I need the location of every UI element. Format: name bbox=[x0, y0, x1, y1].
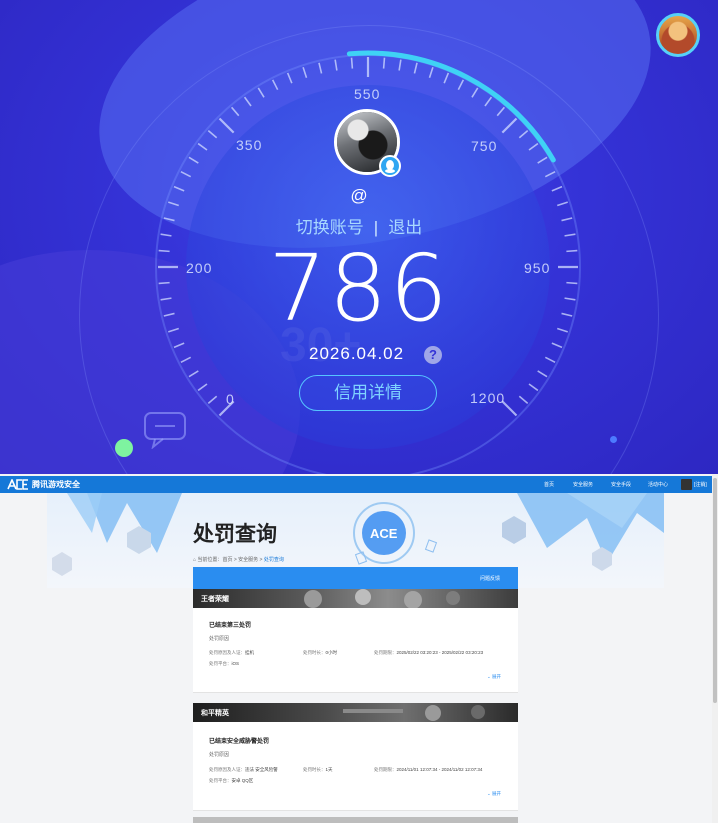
penalty-title: 已结束安全威胁警处罚 bbox=[209, 739, 270, 745]
gauge-tick bbox=[544, 356, 556, 364]
gauge-tick bbox=[302, 67, 308, 78]
site-navbar: 腾讯游戏安全 首页 安全服务 安全手段 活动中心 [注销] bbox=[0, 476, 712, 493]
gauge-tick bbox=[188, 370, 199, 378]
gauge-tick bbox=[457, 79, 465, 91]
gauge-tick bbox=[207, 130, 218, 139]
penalty-platform: 处罚平台：安卓 QQ区 bbox=[209, 778, 254, 783]
gauge-tick bbox=[537, 370, 548, 378]
help-icon[interactable]: ? bbox=[424, 346, 442, 364]
decorative-dot bbox=[115, 439, 133, 457]
security-page: 腾讯游戏安全 首页 安全服务 安全手段 活动中心 [注销] ACE 处罚查询 ⌂… bbox=[0, 474, 718, 823]
gauge-tick bbox=[443, 72, 450, 84]
gauge-tick-label: 750 bbox=[471, 138, 498, 154]
gauge-tick bbox=[496, 106, 505, 117]
breadcrumb-prefix: 当前位置： bbox=[197, 557, 223, 563]
gauge-tick-label: 550 bbox=[354, 86, 381, 102]
gauge-tick bbox=[218, 117, 235, 134]
penalty-card-partial bbox=[193, 817, 518, 823]
penalty-reason: 处罚原因及人证：违法 安全风险警 bbox=[209, 767, 278, 772]
gauge-tick bbox=[286, 72, 293, 84]
gauge-tick bbox=[271, 79, 279, 91]
gauge-tick bbox=[197, 383, 208, 392]
card-divider bbox=[193, 810, 518, 811]
page-title: 处罚查询 bbox=[193, 523, 277, 546]
nav-home[interactable]: 首页 bbox=[544, 481, 554, 488]
site-name[interactable]: 腾讯游戏安全 bbox=[32, 479, 80, 490]
gauge-tick-label: 350 bbox=[236, 137, 263, 153]
gauge-tick bbox=[528, 383, 539, 392]
game-avatar[interactable] bbox=[656, 13, 700, 57]
gauge-tick bbox=[528, 142, 539, 151]
game-name: 王者荣耀 bbox=[201, 596, 229, 603]
breadcrumb: ⌂ 当前位置：首页 > 安全服务 > 处罚查询 bbox=[193, 556, 284, 563]
gauge-tick bbox=[413, 62, 418, 74]
svg-text:ACE: ACE bbox=[370, 526, 398, 541]
credit-detail-button[interactable]: 信用详情 bbox=[299, 375, 437, 411]
gauge-tick bbox=[518, 395, 529, 404]
breadcrumb-current: 处罚查询 bbox=[263, 557, 284, 563]
penalty-list-header: 问题反馈 bbox=[193, 567, 518, 589]
gauge-tick bbox=[518, 130, 529, 139]
penalty-title: 已结束第三处罚 bbox=[209, 623, 252, 629]
nav-activity-center[interactable]: 活动中心 bbox=[648, 481, 668, 488]
penalty-platform: 处罚平台：iOS bbox=[209, 661, 240, 666]
gauge-tick bbox=[350, 57, 354, 69]
chat-bubble-icon[interactable] bbox=[143, 411, 187, 449]
gauge-tick bbox=[501, 117, 518, 134]
nav-security-service[interactable]: 安全服务 bbox=[573, 481, 593, 488]
penalty-period: 处罚期限：2024/11/01 12:07:34 - 2024/11/02 12… bbox=[374, 767, 483, 772]
score-date: 2026.04.02 bbox=[309, 344, 405, 363]
gauge-tick bbox=[334, 59, 338, 71]
gauge-tick bbox=[544, 170, 556, 178]
gauge-tick bbox=[537, 156, 548, 164]
gauge-tick bbox=[428, 67, 434, 78]
gauge-tick bbox=[382, 57, 386, 69]
card-divider bbox=[193, 692, 518, 693]
penalty-card: 王者荣耀 已结束第三处罚 处罚原因 处罚原因及人证：挂机 处罚时长：0小时 处罚… bbox=[193, 589, 518, 693]
gauge-tick bbox=[173, 342, 185, 349]
penalty-subtitle: 处罚原因 bbox=[209, 752, 230, 758]
gauge-tick bbox=[484, 96, 493, 107]
gauge-tick-label: 1200 bbox=[470, 390, 506, 406]
logout-link[interactable]: [注销] bbox=[694, 481, 707, 488]
gauge-tick bbox=[257, 87, 265, 98]
penalty-period: 处罚期限：2025/02/22 03:20:23 - 2025/02/22 03… bbox=[374, 650, 484, 655]
game-banner: 王者荣耀 bbox=[193, 589, 518, 608]
gauge-tick bbox=[471, 87, 479, 98]
game-banner: 和平精英 bbox=[193, 703, 518, 722]
gauge-tick bbox=[318, 62, 323, 74]
gauge-tick bbox=[197, 142, 208, 151]
credit-score: 786 bbox=[268, 235, 450, 342]
game-name: 和平精英 bbox=[201, 710, 229, 717]
gauge-tick bbox=[243, 96, 252, 107]
expand-button[interactable]: ⌄ 展开 bbox=[487, 791, 501, 797]
penalty-duration: 处罚时长：1天 bbox=[303, 767, 333, 772]
feedback-tab[interactable]: 问题反馈 bbox=[480, 575, 500, 582]
gauge-tick-label: 0 bbox=[226, 391, 235, 407]
nav-avatar[interactable] bbox=[681, 479, 692, 490]
credit-panel: 0 200 350 550 750 950 1200 @ 切换账号 | 退出 30+… bbox=[0, 0, 718, 474]
decorative-dot bbox=[610, 436, 617, 443]
penalty-reason: 处罚原因及人证：挂机 bbox=[209, 650, 254, 655]
expand-button[interactable]: ⌄ 展开 bbox=[487, 674, 501, 680]
gauge-tick bbox=[180, 356, 192, 364]
breadcrumb-home[interactable]: 首页 bbox=[222, 557, 232, 563]
penalty-duration: 处罚时长：0小时 bbox=[303, 650, 338, 655]
penalty-card: 和平精英 已结束安全威胁警处罚 处罚原因 处罚原因及人证：违法 安全风险警 处罚… bbox=[193, 703, 518, 811]
gauge-tick bbox=[551, 342, 563, 349]
nav-security-means[interactable]: 安全手段 bbox=[611, 481, 631, 488]
gauge-tick bbox=[231, 106, 240, 117]
account-nickname: @ bbox=[350, 186, 368, 205]
gauge-tick bbox=[207, 395, 218, 404]
penalty-subtitle: 处罚原因 bbox=[209, 636, 230, 642]
gauge-tick bbox=[188, 156, 199, 164]
ace-logo-icon[interactable] bbox=[7, 479, 29, 490]
gauge-tick bbox=[398, 59, 402, 71]
gauge-tick bbox=[180, 170, 192, 178]
scrollbar-thumb[interactable] bbox=[713, 478, 717, 703]
penalty-list: 问题反馈 王者荣耀 已结束第三处罚 处罚原因 处罚原因及人证：挂机 处罚时长：0… bbox=[193, 567, 518, 823]
breadcrumb-security[interactable]: 安全服务 bbox=[238, 557, 258, 563]
qq-penguin-icon bbox=[379, 155, 401, 177]
